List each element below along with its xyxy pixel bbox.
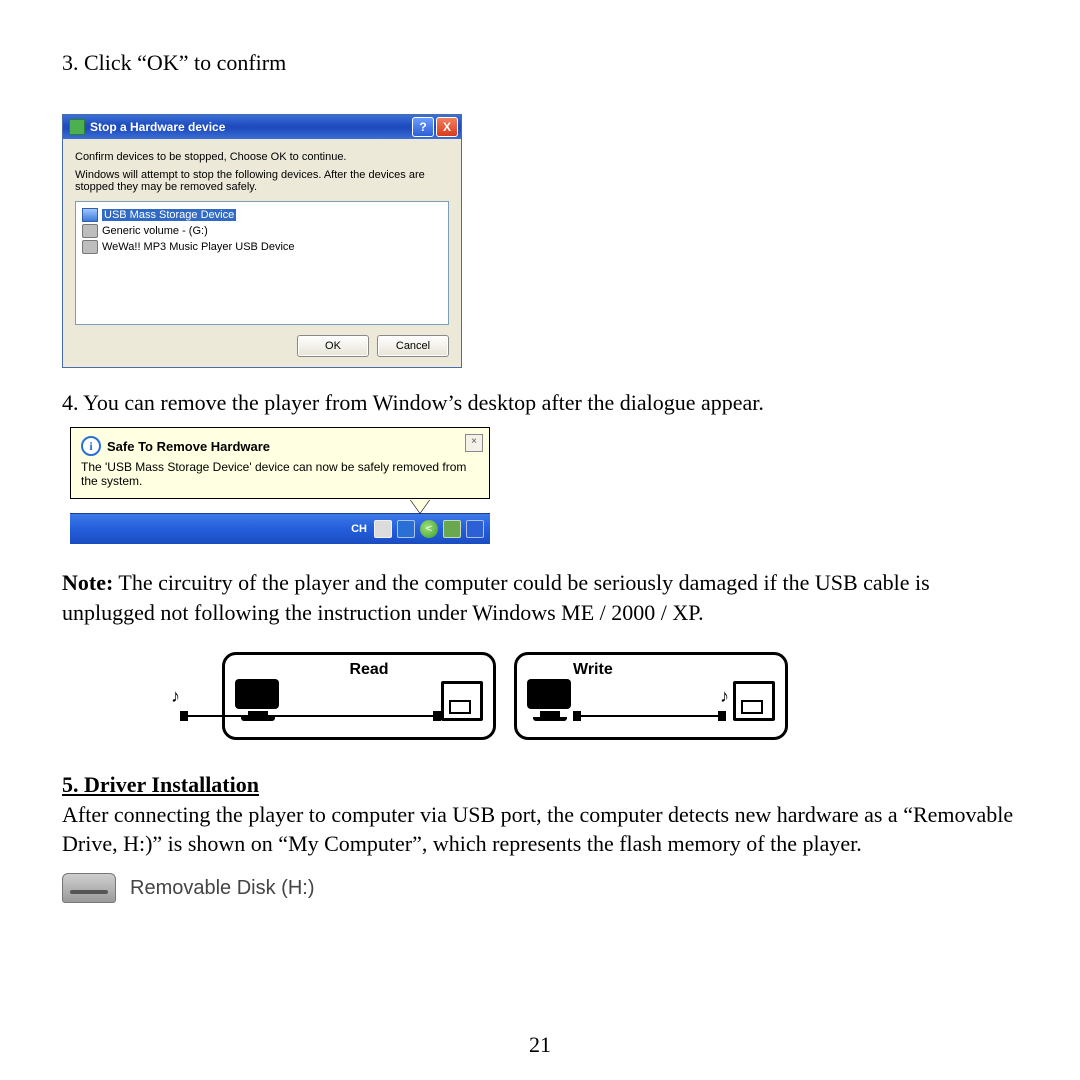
info-icon: i bbox=[81, 436, 101, 456]
help-tray-icon[interactable] bbox=[397, 520, 415, 538]
section-5: 5. Driver Installation After connecting … bbox=[62, 772, 1020, 859]
balloon-tail bbox=[410, 499, 430, 513]
manual-page: 3. Click “OK” to confirm Stop a Hardware… bbox=[0, 0, 1080, 1080]
note-label: Note: bbox=[62, 570, 113, 595]
player-device-icon bbox=[733, 681, 775, 721]
monitor-icon bbox=[527, 679, 573, 721]
removable-disk-label: Removable Disk (H:) bbox=[130, 877, 314, 900]
section-5-body: After connecting the player to computer … bbox=[62, 800, 1020, 859]
display-tray-icon[interactable] bbox=[466, 520, 484, 538]
cable-icon bbox=[573, 711, 726, 721]
dialog-title: Stop a Hardware device bbox=[90, 120, 410, 134]
list-item-label: USB Mass Storage Device bbox=[102, 209, 236, 221]
cable-icon bbox=[180, 711, 441, 721]
list-item[interactable]: WeWa!! MP3 Music Player USB Device bbox=[82, 240, 442, 254]
balloon-title: Safe To Remove Hardware bbox=[107, 439, 270, 454]
dialog-titlebar: Stop a Hardware device ? X bbox=[63, 115, 461, 139]
removable-disk-icon bbox=[62, 873, 116, 903]
volume-icon bbox=[82, 240, 98, 254]
usb-device-icon bbox=[82, 208, 98, 222]
step-4-text: 4. You can remove the player from Window… bbox=[62, 388, 1020, 418]
ime-indicator[interactable]: CH bbox=[351, 523, 367, 535]
read-write-diagram: Read ♪ Write ♪ bbox=[222, 652, 1020, 740]
write-label: Write bbox=[573, 661, 775, 679]
dialog-message-2: Windows will attempt to stop the followi… bbox=[75, 169, 449, 193]
read-panel: Read ♪ bbox=[222, 652, 496, 740]
list-item[interactable]: USB Mass Storage Device bbox=[82, 208, 442, 222]
removable-disk-row: Removable Disk (H:) bbox=[62, 873, 1020, 903]
ok-button[interactable]: OK bbox=[297, 335, 369, 357]
balloon-body: The 'USB Mass Storage Device' device can… bbox=[81, 460, 479, 488]
balloon-tooltip: i Safe To Remove Hardware × The 'USB Mas… bbox=[70, 427, 490, 499]
dialog-button-row: OK Cancel bbox=[75, 335, 449, 357]
stop-hardware-dialog: Stop a Hardware device ? X Confirm devic… bbox=[62, 114, 462, 368]
tray-expand-icon[interactable]: < bbox=[420, 520, 438, 538]
taskbar: CH < bbox=[70, 513, 490, 544]
note-paragraph: Note: The circuitry of the player and th… bbox=[62, 568, 1020, 627]
list-item-label: WeWa!! MP3 Music Player USB Device bbox=[102, 241, 295, 253]
balloon-header: i Safe To Remove Hardware bbox=[81, 436, 479, 456]
keyboard-icon[interactable] bbox=[374, 520, 392, 538]
dialog-body: Confirm devices to be stopped, Choose OK… bbox=[63, 139, 461, 367]
cancel-button[interactable]: Cancel bbox=[377, 335, 449, 357]
volume-icon bbox=[82, 224, 98, 238]
music-note-icon: ♪ bbox=[720, 686, 729, 707]
safe-remove-screenshot: i Safe To Remove Hardware × The 'USB Mas… bbox=[70, 427, 490, 544]
player-device-icon bbox=[441, 681, 483, 721]
read-label: Read bbox=[255, 661, 483, 679]
write-panel: Write ♪ bbox=[514, 652, 788, 740]
dialog-icon bbox=[69, 119, 85, 135]
balloon-close-button[interactable]: × bbox=[465, 434, 483, 452]
device-list[interactable]: USB Mass Storage Device Generic volume -… bbox=[75, 201, 449, 325]
section-5-heading: 5. Driver Installation bbox=[62, 772, 259, 797]
step-3-text: 3. Click “OK” to confirm bbox=[62, 48, 1020, 78]
page-number: 21 bbox=[0, 1032, 1080, 1058]
list-item-label: Generic volume - (G:) bbox=[102, 225, 208, 237]
note-body: The circuitry of the player and the comp… bbox=[62, 570, 930, 625]
dialog-message-1: Confirm devices to be stopped, Choose OK… bbox=[75, 151, 449, 163]
titlebar-help-button[interactable]: ? bbox=[412, 117, 434, 137]
titlebar-close-button[interactable]: X bbox=[436, 117, 458, 137]
list-item[interactable]: Generic volume - (G:) bbox=[82, 224, 442, 238]
safely-remove-icon[interactable] bbox=[443, 520, 461, 538]
music-note-icon: ♪ bbox=[171, 686, 180, 707]
